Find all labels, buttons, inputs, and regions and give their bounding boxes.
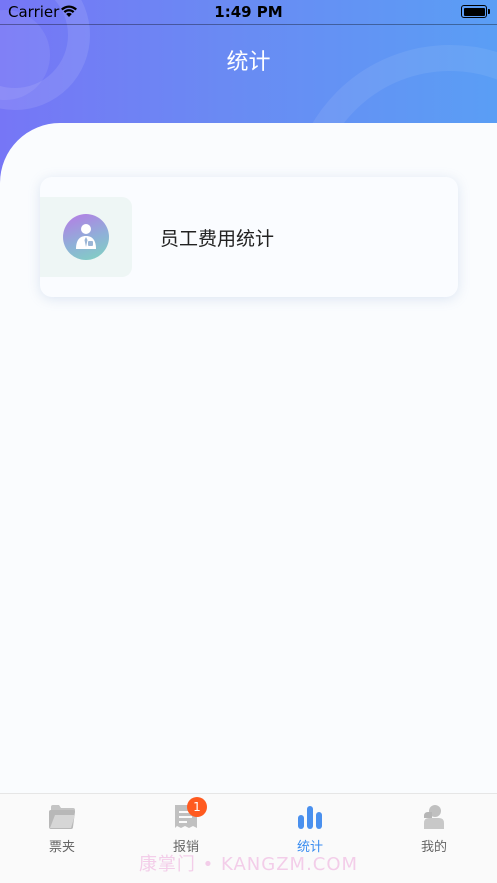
clock: 1:49 PM bbox=[214, 3, 283, 21]
status-bar: Carrier 1:49 PM bbox=[0, 0, 497, 24]
battery-icon bbox=[461, 5, 490, 18]
tab-statistics[interactable]: 统计 bbox=[270, 804, 350, 855]
folder-icon bbox=[47, 804, 77, 830]
status-divider bbox=[0, 24, 497, 25]
bar-chart-icon bbox=[295, 804, 325, 830]
watermark: 康掌门 • KANGZM.COM bbox=[138, 854, 359, 875]
user-icon bbox=[419, 804, 449, 830]
employee-expense-stats-card[interactable]: 员工费用统计 bbox=[40, 177, 458, 297]
employee-icon bbox=[63, 214, 109, 260]
main-content: 员工费用统计 bbox=[0, 123, 497, 793]
card-label: 员工费用统计 bbox=[160, 228, 275, 250]
receipt-icon: 1 bbox=[171, 797, 207, 830]
notification-badge: 1 bbox=[187, 797, 207, 817]
card-icon-panel bbox=[40, 197, 132, 277]
page-title: 统计 bbox=[226, 50, 271, 75]
tab-reimbursement[interactable]: 1 报销 bbox=[146, 797, 226, 855]
tab-mine[interactable]: 我的 bbox=[394, 804, 474, 855]
tab-ticket-folder[interactable]: 票夹 bbox=[22, 804, 102, 855]
